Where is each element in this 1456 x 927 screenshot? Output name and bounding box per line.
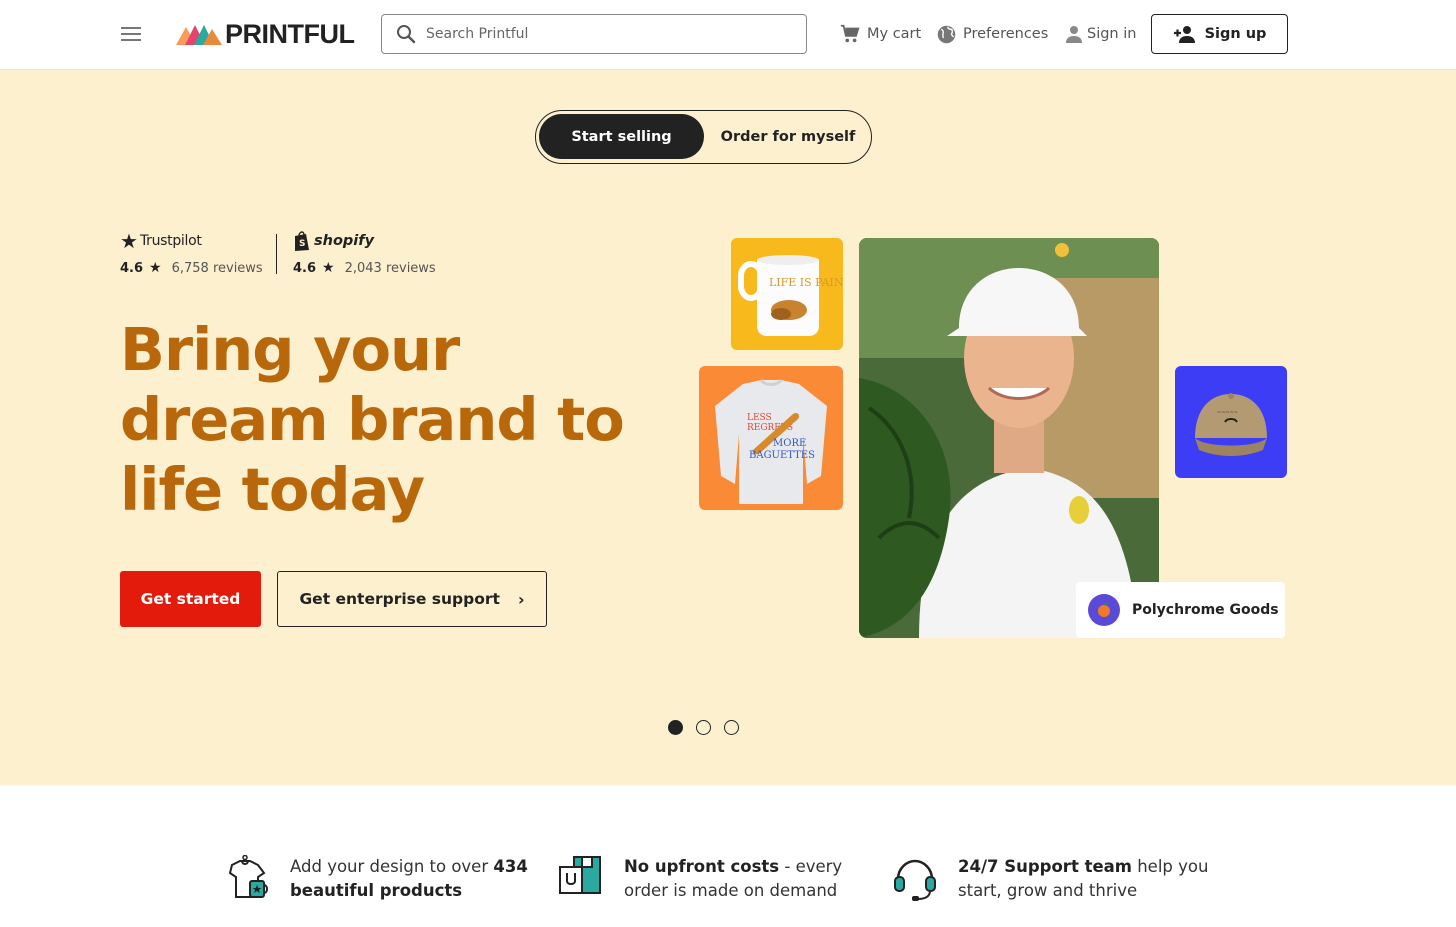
chevron-right-icon: › <box>517 589 525 609</box>
trustpilot-label: Trustpilot <box>139 233 202 249</box>
star-icon: ★ <box>149 260 162 276</box>
carousel-dot[interactable] <box>724 720 739 735</box>
signup-button[interactable]: Sign up <box>1151 14 1288 54</box>
feature-text: start, grow and thrive <box>958 881 1138 900</box>
get-started-button[interactable]: Get started <box>120 571 261 627</box>
start-selling-tab[interactable]: Start selling <box>539 114 704 159</box>
feature-no-upfront: No upfront costs - every order is made o… <box>558 855 842 903</box>
cart-icon <box>840 24 860 43</box>
star-icon: ★ <box>322 260 335 276</box>
model-photo <box>859 238 1159 638</box>
globe-icon <box>937 25 956 43</box>
svg-text:~~~~~: ~~~~~ <box>1217 410 1238 416</box>
logo[interactable]: PRINTFUL <box>176 18 355 49</box>
preferences-label: Preferences <box>963 26 1049 42</box>
shopify-bag-icon: S <box>295 231 309 251</box>
headset-icon <box>894 859 936 901</box>
add-user-icon <box>1173 26 1195 43</box>
audience-toggle: Start selling Order for myself <box>535 110 872 164</box>
headline-line: dream brand to <box>120 385 625 454</box>
signup-label: Sign up <box>1204 26 1267 42</box>
signin-link[interactable]: Sign in <box>1066 22 1136 46</box>
feature-count: 434 <box>493 857 528 876</box>
carousel-dot[interactable] <box>668 720 683 735</box>
enterprise-support-button[interactable]: Get enterprise support › <box>277 571 547 627</box>
menu-icon[interactable] <box>121 27 141 41</box>
mug-product-image: LIFE IS PAIN <box>731 238 843 350</box>
hero-headline: Bring your dream brand to life today <box>120 315 640 525</box>
headline-line: Bring your <box>120 315 460 384</box>
hero-section: Start selling Order for myself ★ Trustpi… <box>0 70 1456 785</box>
trustpilot-reviews: 6,758 reviews <box>171 260 263 276</box>
tshirt-mug-icon <box>228 855 268 898</box>
trustpilot-star-icon: ★ <box>120 229 138 253</box>
trustpilot-score: 4.6 <box>120 260 144 276</box>
signin-label: Sign in <box>1087 26 1137 42</box>
feature-text-bold: 24/7 Support team <box>958 857 1132 876</box>
svg-text:S: S <box>299 239 305 249</box>
rating-divider <box>276 234 277 274</box>
cart-label: My cart <box>867 26 922 42</box>
order-for-myself-tab[interactable]: Order for myself <box>708 114 868 159</box>
sweatshirt-product-image: LESS REGRETS MORE BAGUETTES <box>699 366 843 510</box>
logo-text: PRINTFUL <box>225 18 355 49</box>
enterprise-support-label: Get enterprise support <box>299 590 500 608</box>
trustpilot-rating[interactable]: ★ Trustpilot 4.6 ★ 6,758 reviews <box>120 229 263 276</box>
logo-mark-icon <box>176 25 222 45</box>
user-icon <box>1066 26 1082 43</box>
svg-text:BAGUETTES: BAGUETTES <box>749 450 815 461</box>
feature-text: - every <box>779 857 843 876</box>
shopify-rating[interactable]: S shopify 4.6 ★ 2,043 reviews <box>293 230 436 276</box>
feature-text-bold: No upfront costs <box>624 857 780 876</box>
feature-text: help you <box>1131 857 1209 876</box>
feature-text-bold: beautiful products <box>290 881 463 900</box>
shopping-bags-icon <box>559 856 601 894</box>
shopify-score: 4.6 <box>293 260 317 276</box>
site-header: PRINTFUL My cart Preferences Sign in <box>0 0 1456 70</box>
shopify-reviews: 2,043 reviews <box>344 260 436 276</box>
svg-text:MORE: MORE <box>773 438 806 449</box>
headline-line: life today <box>120 455 425 524</box>
features-section: Add your design to over 434 beautiful pr… <box>0 785 1456 927</box>
brand-logo-icon <box>1088 594 1120 626</box>
cart-link[interactable]: My cart <box>839 22 921 46</box>
carousel-dot[interactable] <box>696 720 711 735</box>
shopify-label: shopify <box>314 233 375 249</box>
cap-product-image: ~~~~~ <box>1175 366 1287 478</box>
feature-support: 24/7 Support team help you start, grow a… <box>892 855 1208 903</box>
feature-text: Add your design to over <box>290 857 494 876</box>
search-input[interactable] <box>426 26 786 42</box>
preferences-link[interactable]: Preferences <box>936 22 1048 46</box>
feature-text: order is made on demand <box>624 881 838 900</box>
search-box[interactable] <box>381 14 807 54</box>
brand-card: Polychrome Goods <box>1076 582 1285 638</box>
brand-name: Polychrome Goods <box>1132 602 1279 618</box>
svg-text:LIFE IS PAIN: LIFE IS PAIN <box>769 276 843 289</box>
svg-text:LESS: LESS <box>747 413 772 423</box>
search-icon <box>397 25 416 44</box>
carousel-dots <box>668 720 752 735</box>
feature-products: Add your design to over 434 beautiful pr… <box>224 855 528 903</box>
